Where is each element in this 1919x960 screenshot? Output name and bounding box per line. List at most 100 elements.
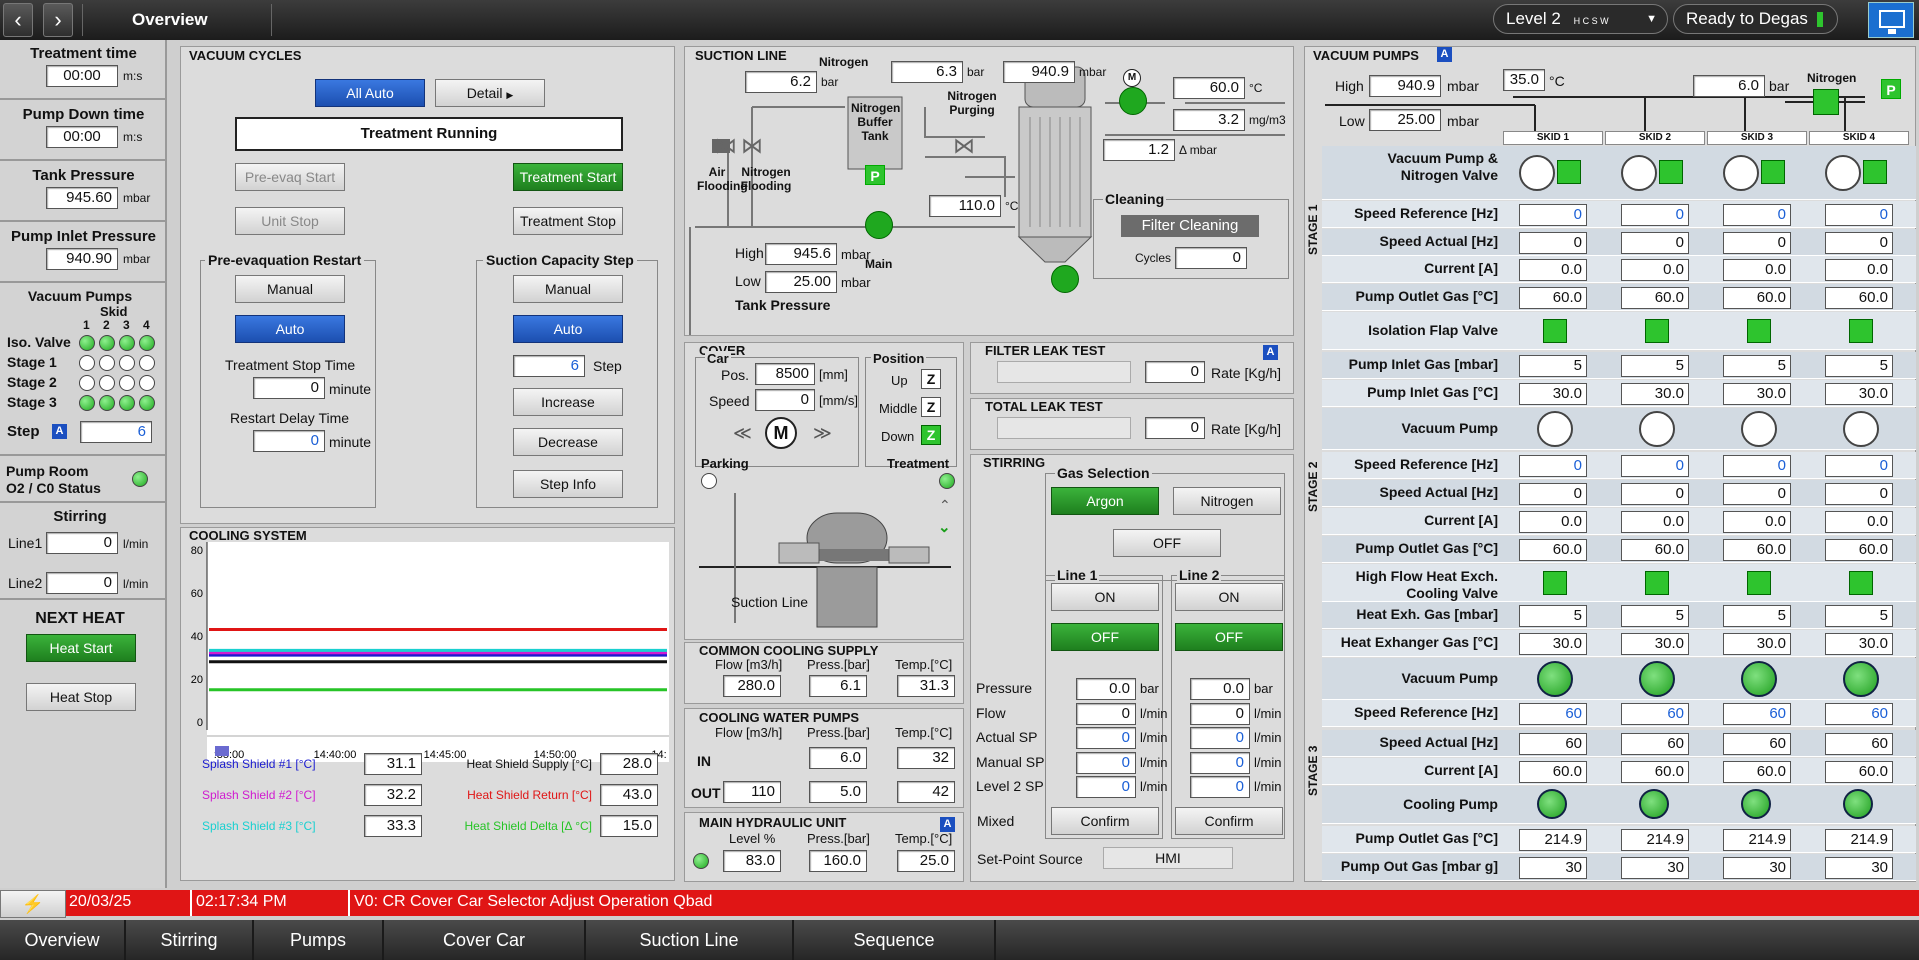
- increase-button[interactable]: Increase: [513, 388, 623, 416]
- heat-start-button[interactable]: Heat Start: [26, 634, 136, 662]
- all-auto-button[interactable]: All Auto: [315, 79, 425, 107]
- y-tick-label: 0: [197, 717, 203, 729]
- line1-off-button[interactable]: OFF: [1051, 623, 1159, 651]
- tab-pumps[interactable]: Pumps: [254, 920, 384, 960]
- o2-status-label: O2 / C0 Status: [6, 480, 101, 496]
- stirring-label: Stirring: [53, 508, 107, 525]
- vacuum-pump-icon[interactable]: [1723, 155, 1759, 191]
- valve-icon[interactable]: [1645, 571, 1669, 595]
- skid-value: 60: [1621, 733, 1689, 755]
- nitrogen-valve-icon[interactable]: [1557, 160, 1581, 184]
- vacuum-pump-icon[interactable]: [1825, 155, 1861, 191]
- vacuum-pump-icon[interactable]: [1843, 411, 1879, 447]
- motor-icon[interactable]: M: [765, 417, 797, 449]
- vacuum-pump-icon[interactable]: [1741, 661, 1777, 697]
- flooding-valve-icon[interactable]: ⋈: [741, 133, 763, 159]
- tab-suction-line[interactable]: Suction Line: [586, 920, 794, 960]
- decrease-button[interactable]: Decrease: [513, 428, 623, 456]
- skid-value: 60: [1519, 703, 1587, 725]
- alarm-icon[interactable]: ⚡: [0, 890, 66, 918]
- cooling-pump-icon[interactable]: [1639, 789, 1669, 819]
- nitrogen-valve-icon[interactable]: [1813, 89, 1839, 115]
- line2-on-button[interactable]: ON: [1175, 583, 1283, 611]
- forward-button[interactable]: ›: [43, 3, 73, 37]
- line1-value[interactable]: 0: [1076, 751, 1136, 774]
- move-right-icon[interactable]: ≫: [813, 423, 832, 444]
- valve-icon[interactable]: [1645, 319, 1669, 343]
- vacuum-pump-icon[interactable]: [1621, 155, 1657, 191]
- line1-confirm-button[interactable]: Confirm: [1051, 807, 1159, 835]
- filter-bottom-valve-icon[interactable]: [1051, 265, 1079, 293]
- valve-icon[interactable]: [1849, 571, 1873, 595]
- suction-auto-button[interactable]: Auto: [513, 315, 623, 343]
- move-left-icon[interactable]: ≪: [733, 423, 752, 444]
- tab-sequence[interactable]: Sequence: [794, 920, 996, 960]
- line1-on-button[interactable]: ON: [1051, 583, 1159, 611]
- treatment-start-button[interactable]: Treatment Start: [513, 163, 623, 191]
- step-info-button[interactable]: Step Info: [513, 470, 623, 498]
- skid-status-dot: [119, 335, 135, 351]
- argon-button[interactable]: Argon: [1051, 487, 1159, 515]
- cooling-pump-icon[interactable]: [1843, 789, 1873, 819]
- valve-icon[interactable]: [1543, 571, 1567, 595]
- legend-icon[interactable]: [215, 746, 229, 756]
- pre-evaq-start-button[interactable]: Pre-evaq Start: [235, 163, 345, 191]
- tab-overview[interactable]: Overview: [0, 920, 126, 960]
- treatment-stop-time-input[interactable]: 0: [253, 377, 325, 399]
- vacuum-pump-icon[interactable]: [1519, 155, 1555, 191]
- nitrogen-button[interactable]: Nitrogen: [1173, 487, 1281, 515]
- treatment-stop-button[interactable]: Treatment Stop: [513, 207, 623, 235]
- cooling-trend-chart: 806040200:35:0014:40:0014:45:0014:50:001…: [191, 542, 669, 762]
- suction-manual-button[interactable]: Manual: [513, 275, 623, 303]
- back-button[interactable]: ‹: [3, 3, 33, 37]
- line1-value: 0: [1076, 702, 1136, 725]
- cooling-pump-icon[interactable]: [1741, 789, 1771, 819]
- nitrogen-valve-icon[interactable]: [1863, 160, 1887, 184]
- gas-off-button[interactable]: OFF: [1113, 529, 1221, 557]
- air-valve-icon[interactable]: ⋈: [715, 133, 737, 159]
- restart-delay-input[interactable]: 0: [253, 430, 325, 452]
- line2-confirm-button[interactable]: Confirm: [1175, 807, 1283, 835]
- valve-icon[interactable]: [1849, 319, 1873, 343]
- detail-button[interactable]: Detail ▶: [435, 79, 545, 107]
- line2-off-button[interactable]: OFF: [1175, 623, 1283, 651]
- nitrogen-valve-icon[interactable]: [1761, 160, 1785, 184]
- out-flow: 110: [723, 781, 781, 803]
- skid-value: 60: [1825, 703, 1893, 725]
- unit-stop-button[interactable]: Unit Stop: [235, 207, 345, 235]
- vacuum-pump-icon[interactable]: [1639, 411, 1675, 447]
- valve-icon[interactable]: [1543, 319, 1567, 343]
- line2-value[interactable]: 0: [1190, 751, 1250, 774]
- tab-cover-car[interactable]: Cover Car: [384, 920, 586, 960]
- stirring-box: Stirring Line1 0 l/min Line2 0 l/min: [0, 504, 167, 600]
- pre-restart-manual-button[interactable]: Manual: [235, 275, 345, 303]
- level-selector[interactable]: Level 2 H C S W ▼: [1493, 4, 1668, 34]
- pre-restart-auto-button[interactable]: Auto: [235, 315, 345, 343]
- skid-value: 5: [1825, 605, 1893, 627]
- heat-stop-button[interactable]: Heat Stop: [26, 683, 136, 711]
- skid-value: 30.0: [1825, 383, 1893, 405]
- chevron-down-green-icon[interactable]: ⌄: [938, 518, 951, 536]
- cooling-pump-icon[interactable]: [1537, 789, 1567, 819]
- outlet-valve-icon[interactable]: [1119, 87, 1147, 115]
- vacuum-pump-icon[interactable]: [1537, 411, 1573, 447]
- alarm-bar[interactable]: 20/03/25 02:17:34 PM V0: CR Cover Car Se…: [66, 890, 1919, 916]
- skid-value: 5: [1519, 355, 1587, 377]
- main-valve-icon[interactable]: [865, 211, 893, 239]
- vacuum-pump-icon[interactable]: [1537, 661, 1573, 697]
- vacuum-pump-icon[interactable]: [1843, 661, 1879, 697]
- left-sidebar: Treatment time 00:00 m:s Pump Down time …: [0, 40, 167, 888]
- valve-icon[interactable]: [1747, 319, 1771, 343]
- filter-cleaning-button[interactable]: Filter Cleaning: [1121, 215, 1259, 237]
- skid-status-dot: [119, 355, 135, 371]
- vacuum-pump-icon[interactable]: [1639, 661, 1675, 697]
- chevron-up-icon[interactable]: ⌃: [939, 497, 951, 514]
- purging-valve-icon[interactable]: ⋈: [953, 133, 975, 159]
- monitor-icon[interactable]: [1868, 2, 1914, 38]
- tab-stirring[interactable]: Stirring: [126, 920, 254, 960]
- skid-value: 0.0: [1621, 511, 1689, 533]
- nitrogen-valve-icon[interactable]: [1659, 160, 1683, 184]
- vacuum-pump-icon[interactable]: [1741, 411, 1777, 447]
- skid-value: 214.9: [1825, 829, 1893, 851]
- valve-icon[interactable]: [1747, 571, 1771, 595]
